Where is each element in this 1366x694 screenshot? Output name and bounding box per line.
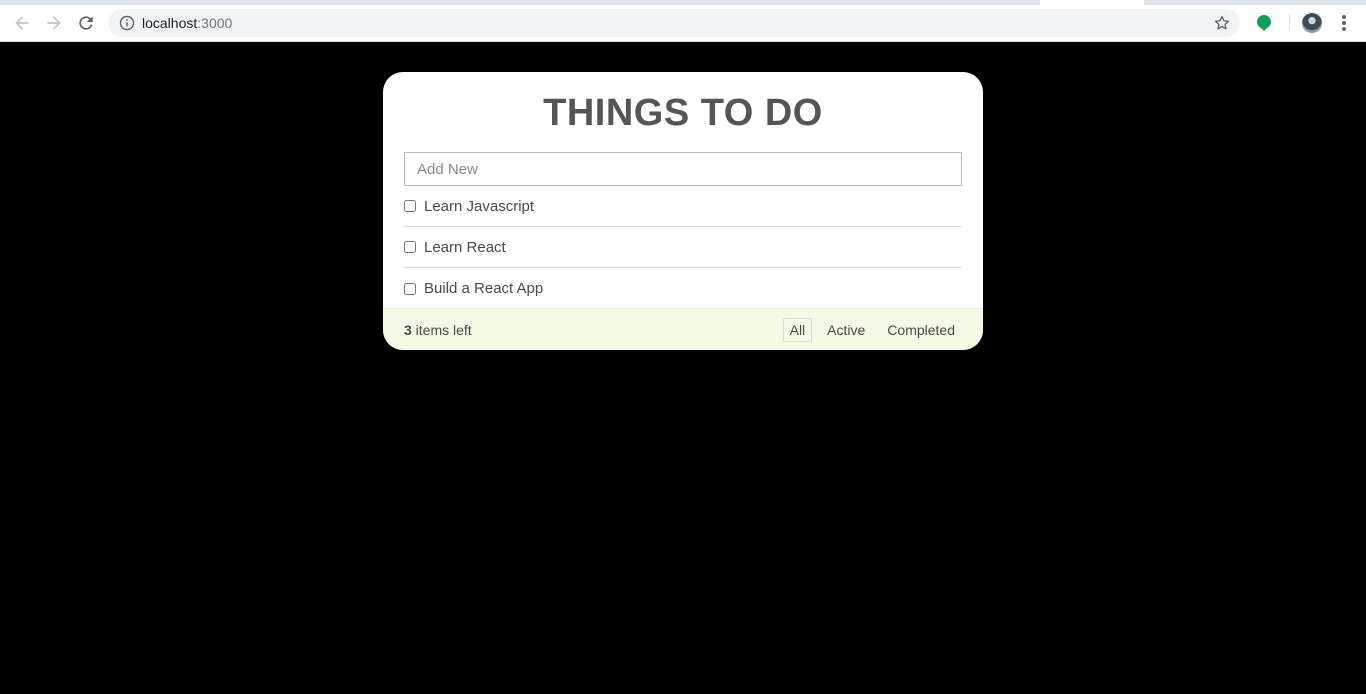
forward-arrow-icon [47, 16, 61, 30]
filter-active-button[interactable]: Active [820, 318, 872, 342]
tab-strip [0, 0, 1366, 5]
address-bar[interactable]: localhost:3000 [108, 9, 1240, 37]
back-button[interactable] [10, 11, 34, 35]
filter-completed-button[interactable]: Completed [880, 318, 962, 342]
url-port: :3000 [197, 15, 233, 31]
items-left-number: 3 [404, 322, 412, 338]
todo-checkbox[interactable] [404, 200, 416, 212]
todo-footer: 3 items left All Active Completed [383, 308, 983, 350]
todo-checkbox[interactable] [404, 241, 416, 253]
items-left-suffix: items left [411, 322, 472, 338]
todo-item: Learn React [404, 227, 962, 268]
reload-icon [79, 16, 93, 30]
browser-chrome: localhost:3000 [0, 0, 1366, 42]
url-text[interactable]: localhost:3000 [142, 15, 232, 31]
back-arrow-icon [15, 16, 29, 30]
todo-item: Learn Javascript [404, 186, 962, 227]
todo-item: Build a React App [404, 268, 962, 309]
toolbar-divider [1289, 14, 1290, 30]
todo-label[interactable]: Learn Javascript [424, 198, 534, 215]
page-title: THINGS TO DO [543, 92, 823, 134]
reload-button[interactable] [74, 11, 98, 35]
todo-label[interactable]: Learn React [424, 239, 506, 256]
profile-avatar[interactable] [1302, 13, 1322, 33]
todo-card: THINGS TO DO Learn Javascript Learn Reac… [383, 72, 983, 350]
todo-label[interactable]: Build a React App [424, 280, 543, 297]
items-left-count: 3 items left [404, 322, 472, 338]
todo-checkbox[interactable] [404, 282, 416, 295]
forward-button[interactable] [42, 11, 66, 35]
info-icon[interactable] [119, 15, 135, 31]
extension-icon[interactable] [1256, 14, 1272, 32]
todo-list: Learn Javascript Learn React Build a Rea… [404, 186, 962, 309]
filter-all-button[interactable]: All [782, 318, 813, 342]
url-host: localhost [142, 15, 198, 31]
bookmark-star-icon[interactable] [1213, 14, 1231, 32]
active-tab[interactable] [1040, 0, 1144, 5]
filter-group: All Active Completed [782, 318, 962, 342]
add-new-input[interactable] [404, 152, 962, 186]
menu-dots-icon[interactable] [1336, 13, 1352, 33]
